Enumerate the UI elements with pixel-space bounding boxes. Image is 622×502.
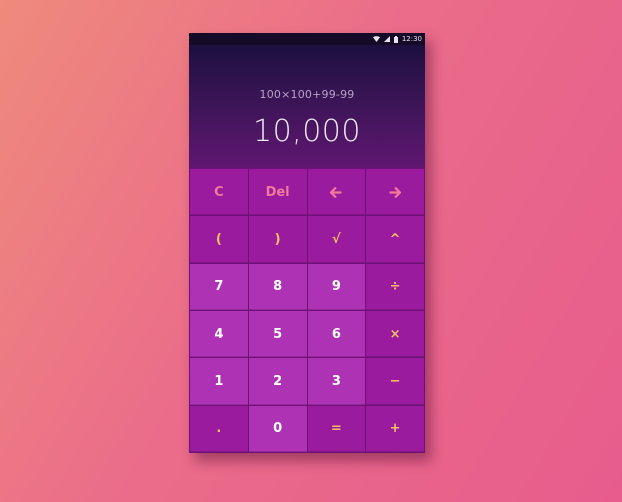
arrow-left-icon [330, 186, 342, 198]
digit-5-button[interactable]: 5 [248, 310, 307, 358]
multiply-button[interactable]: × [366, 310, 424, 358]
digit-4-button[interactable]: 4 [190, 310, 248, 358]
expression-text: 100×100+99-99 [259, 88, 355, 101]
sqrt-button[interactable]: √ [307, 216, 366, 263]
divide-button[interactable]: ÷ [366, 263, 424, 310]
power-button[interactable]: ^ [366, 216, 424, 263]
digit-9-button[interactable]: 9 [307, 263, 366, 310]
keypad: C Del ( ) √ ^ 7 8 9 ÷ 4 5 6 × 1 2 3 − . … [189, 168, 425, 453]
calculator-app: 12:30 100×100+99-99 10,000 C Del ( ) √ ^… [189, 33, 425, 453]
plus-button[interactable]: + [366, 405, 424, 452]
digit-1-button[interactable]: 1 [190, 358, 248, 405]
digit-2-button[interactable]: 2 [248, 358, 307, 405]
digit-7-button[interactable]: 7 [190, 263, 248, 310]
clear-button[interactable]: C [190, 169, 248, 216]
calculator-display: 100×100+99-99 10,000 [189, 45, 425, 168]
decimal-point-button[interactable]: . [190, 405, 248, 452]
digit-0-button[interactable]: 0 [248, 405, 307, 452]
digit-6-button[interactable]: 6 [307, 310, 366, 358]
cursor-right-button[interactable] [366, 169, 424, 216]
open-paren-button[interactable]: ( [190, 216, 248, 263]
result-text: 10,000 [253, 114, 361, 149]
minus-button[interactable]: − [366, 358, 424, 405]
wifi-icon [372, 36, 380, 42]
digit-8-button[interactable]: 8 [248, 263, 307, 310]
signal-icon [383, 36, 390, 42]
status-bar: 12:30 [189, 33, 425, 45]
delete-button[interactable]: Del [248, 169, 307, 216]
arrow-right-icon [389, 186, 402, 198]
equals-button[interactable]: = [307, 405, 366, 452]
close-paren-button[interactable]: ) [248, 216, 307, 263]
digit-3-button[interactable]: 3 [307, 358, 366, 405]
cursor-left-button[interactable] [307, 169, 366, 216]
battery-icon [393, 35, 398, 43]
status-time: 12:30 [401, 35, 422, 43]
